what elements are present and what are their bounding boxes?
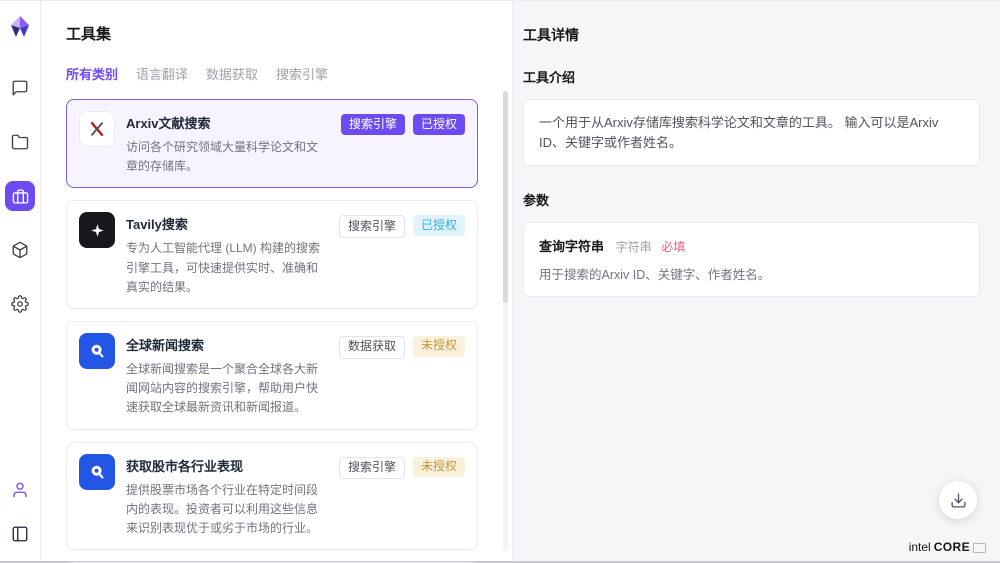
tab-language-translation[interactable]: 语言翻译 <box>136 64 188 83</box>
tool-name: 全球新闻搜索 <box>126 335 324 354</box>
core-brand-text: CORE <box>934 540 970 554</box>
tool-card-sector-performance[interactable]: 获取股市各行业表现 提供股票市场各个行业在特定时间段内的表现。投资者可以利用这些… <box>66 442 478 551</box>
intel-brand-text: intel <box>909 540 931 554</box>
settings-gear-icon[interactable] <box>5 289 35 319</box>
tool-card-arxiv[interactable]: Arxiv文献搜索 访问各个研究领域大量科学论文和文章的存储库。 搜索引擎 已授… <box>66 99 478 188</box>
list-scrollbar[interactable] <box>503 91 508 551</box>
tool-description: 专为人工智能代理 (LLM) 构建的搜索引擎工具，可快速提供实时、准确和真实的结… <box>126 239 324 297</box>
tool-name: Tavily搜索 <box>126 214 324 233</box>
param-description: 用于搜索的Arxiv ID、关键字、作者姓名。 <box>539 264 964 283</box>
page-title: 工具集 <box>66 23 512 44</box>
parameter-card: 查询字符串 字符串 必填 用于搜索的Arxiv ID、关键字、作者姓名。 <box>523 222 980 297</box>
scrollbar-thumb[interactable] <box>503 91 508 303</box>
intro-heading: 工具介绍 <box>523 67 980 86</box>
app-logo-icon <box>9 15 31 39</box>
tool-list-panel: 工具集 所有类别 语言翻译 数据获取 搜索引擎 Arxiv文献搜索 访问各个研究… <box>41 1 512 561</box>
tool-description: 提供股票市场各个行业在特定时间段内的表现。投资者可以利用这些信息来识别表现优于或… <box>126 481 324 539</box>
auth-status-badge: 已授权 <box>413 114 465 135</box>
category-badge: 数据获取 <box>339 336 405 359</box>
params-heading: 参数 <box>523 190 980 209</box>
param-name: 查询字符串 <box>539 239 604 254</box>
auth-status-badge: 未授权 <box>413 457 465 478</box>
download-icon <box>950 492 967 509</box>
tool-intro-text: 一个用于从Arxiv存储库搜索科学论文和文章的工具。 输入可以是Arxiv ID… <box>539 115 938 150</box>
detail-title: 工具详情 <box>523 25 980 45</box>
category-tabs: 所有类别 语言翻译 数据获取 搜索引擎 <box>66 64 512 83</box>
auth-status-badge: 已授权 <box>413 215 465 236</box>
tool-name: 获取股市各行业表现 <box>126 456 324 475</box>
package-nav-icon[interactable] <box>5 235 35 265</box>
auth-status-badge: 未授权 <box>413 336 465 357</box>
tool-description: 访问各个研究领域大量科学论文和文章的存储库。 <box>126 138 326 176</box>
tavily-logo-icon <box>79 212 115 248</box>
download-button[interactable] <box>939 481 977 519</box>
arxiv-logo-icon <box>79 111 115 147</box>
tool-card-global-news[interactable]: 全球新闻搜索 全球新闻搜索是一个聚合全球各大新闻网站内容的搜索引擎，帮助用户快速… <box>66 321 478 430</box>
tool-name: Arxiv文献搜索 <box>126 113 326 132</box>
app-window: 工具集 所有类别 语言翻译 数据获取 搜索引擎 Arxiv文献搜索 访问各个研究… <box>0 0 1000 563</box>
category-badge: 搜索引擎 <box>341 114 405 135</box>
category-badge: 搜索引擎 <box>339 215 405 238</box>
tool-card-list: Arxiv文献搜索 访问各个研究领域大量科学论文和文章的存储库。 搜索引擎 已授… <box>66 99 478 563</box>
tab-data-fetch[interactable]: 数据获取 <box>206 64 258 83</box>
left-rail <box>0 1 41 561</box>
news-api-logo-icon <box>79 454 115 490</box>
news-api-logo-icon <box>79 333 115 369</box>
intel-core-logo: intel CORE <box>909 540 986 554</box>
tool-description: 全球新闻搜索是一个聚合全球各大新闻网站内容的搜索引擎，帮助用户快速获取全球最新资… <box>126 360 324 418</box>
param-type: 字符串 <box>616 240 652 254</box>
toolbox-nav-icon[interactable] <box>5 181 35 211</box>
intel-badge-box <box>973 543 986 553</box>
tool-intro-card: 一个用于从Arxiv存储库搜索科学论文和文章的工具。 输入可以是Arxiv ID… <box>523 99 980 166</box>
chat-nav-icon[interactable] <box>5 73 35 103</box>
category-badge: 搜索引擎 <box>339 457 405 480</box>
tab-search-engine[interactable]: 搜索引擎 <box>276 64 328 83</box>
tab-all-categories[interactable]: 所有类别 <box>66 64 118 83</box>
folder-nav-icon[interactable] <box>5 127 35 157</box>
sidebar-toggle-icon[interactable] <box>5 519 35 549</box>
tool-card-tavily[interactable]: Tavily搜索 专为人工智能代理 (LLM) 构建的搜索引擎工具，可快速提供实… <box>66 200 478 309</box>
account-user-icon[interactable] <box>5 475 35 505</box>
tool-detail-panel: 工具详情 工具介绍 一个用于从Arxiv存储库搜索科学论文和文章的工具。 输入可… <box>512 1 1000 561</box>
param-required-flag: 必填 <box>661 240 685 254</box>
